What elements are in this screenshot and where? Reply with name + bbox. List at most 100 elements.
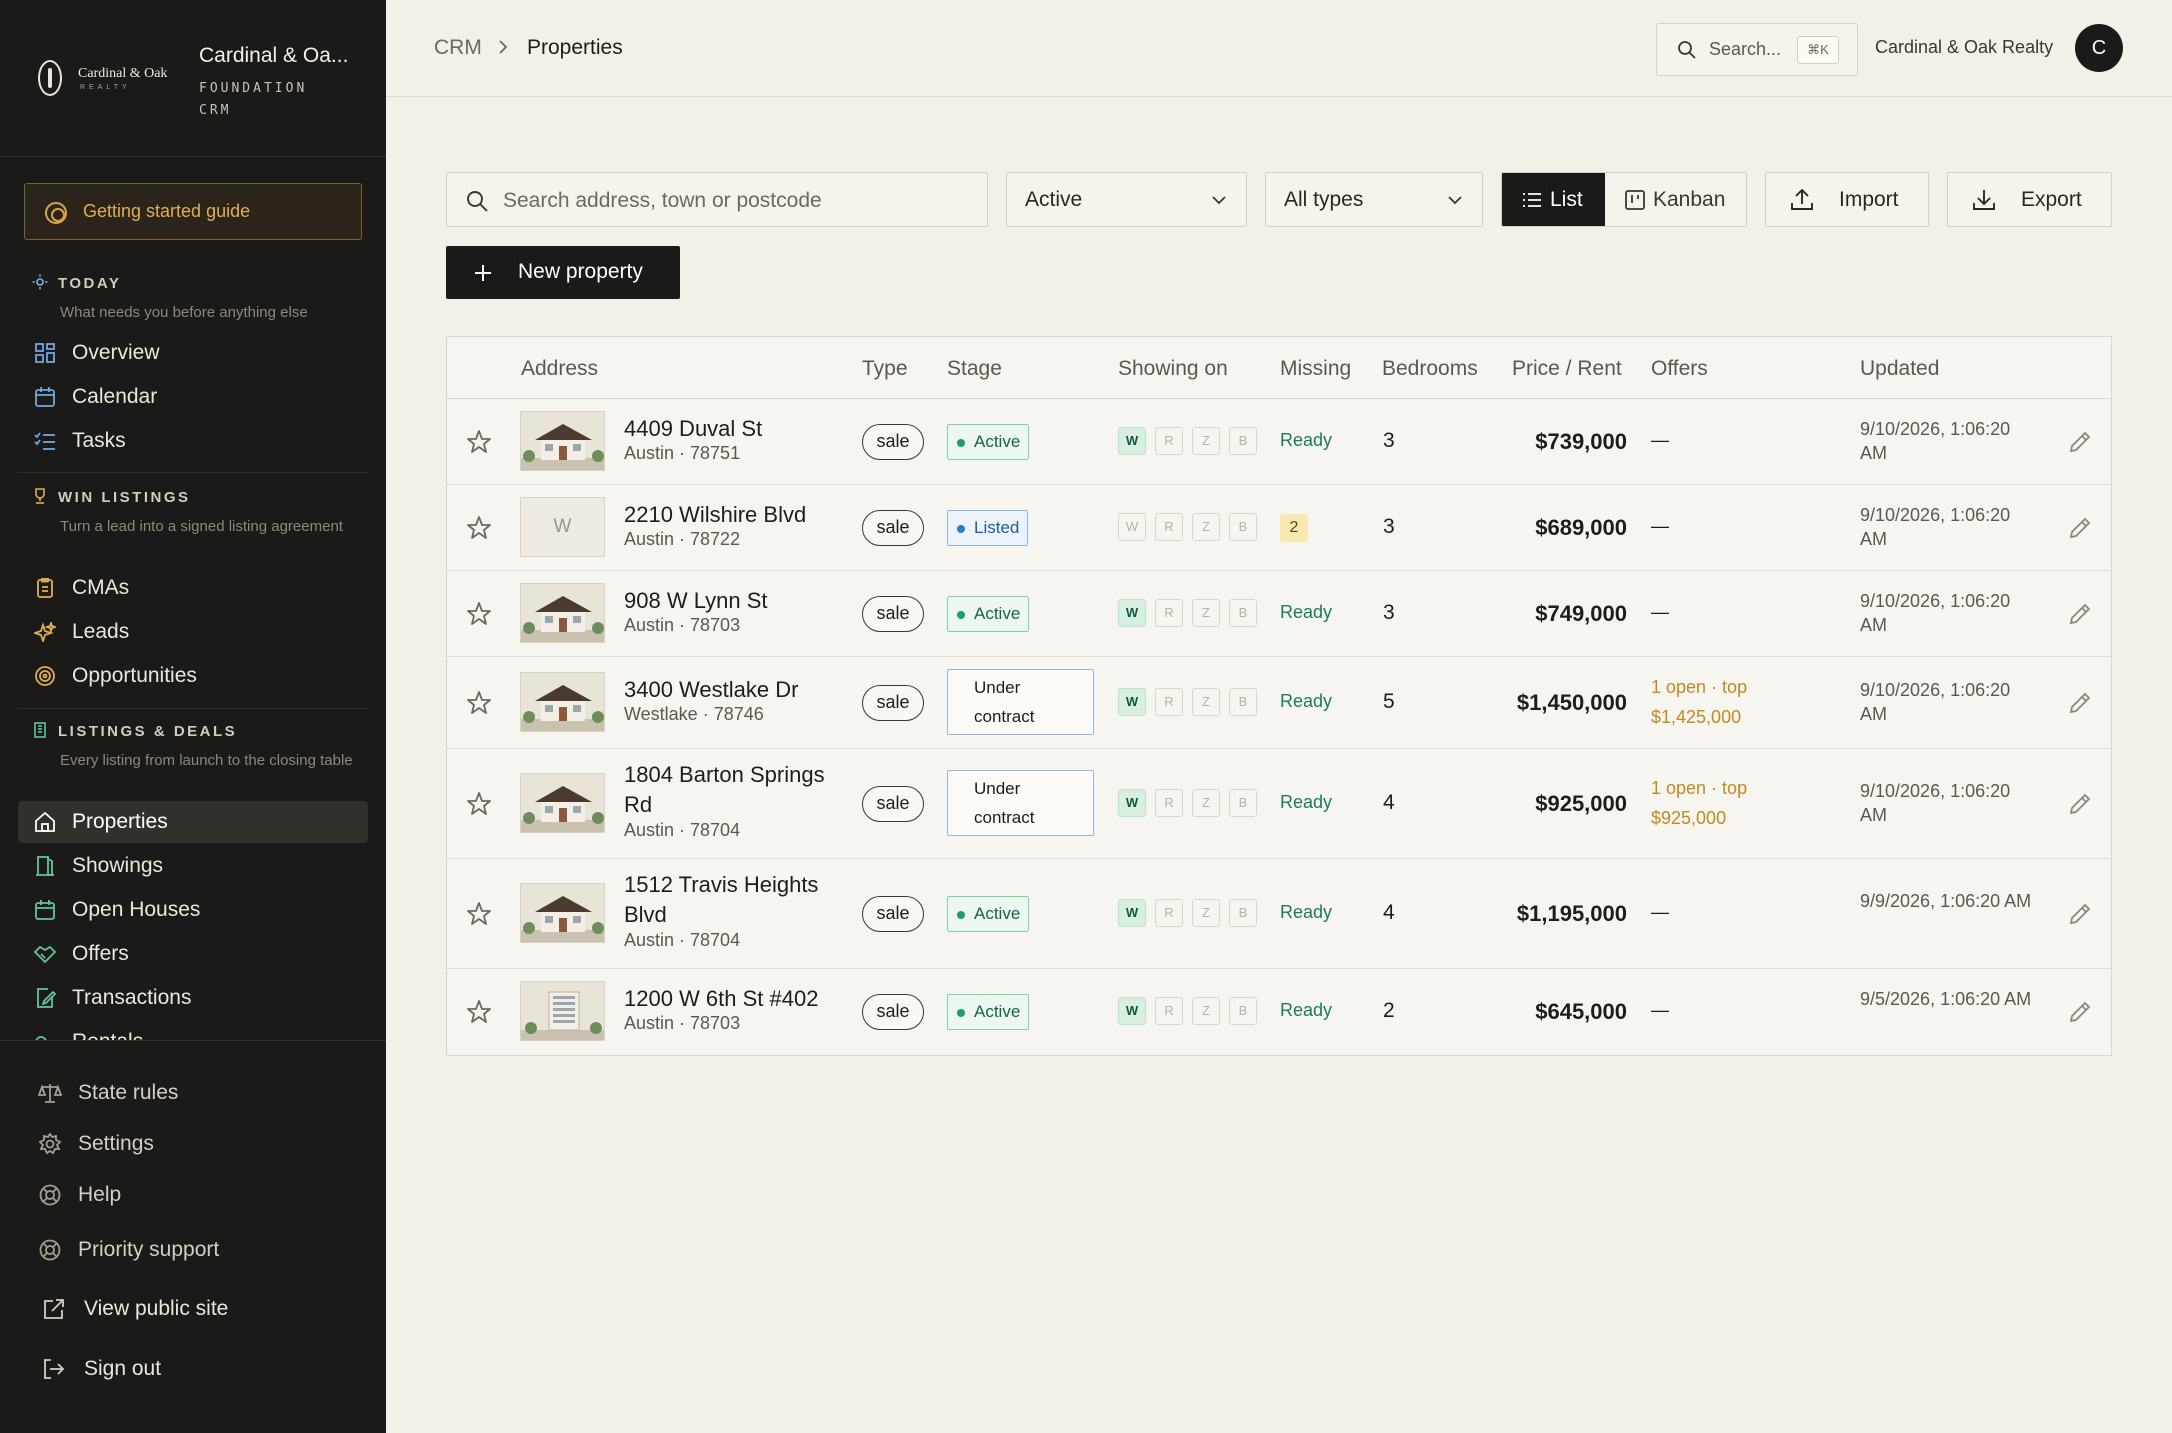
showing-site-badge[interactable]: Z (1192, 688, 1220, 716)
table-row[interactable]: 3400 Westlake Dr Westlake · 78746 sale Unde… (447, 657, 2111, 749)
view-list-button[interactable]: List (1502, 173, 1605, 226)
sidebar-item-offers[interactable]: Offers (18, 933, 368, 975)
showing-site-badge[interactable]: B (1229, 899, 1257, 927)
showing-site-badge[interactable]: W (1118, 599, 1146, 627)
sidebar-item-opportunities[interactable]: Opportunities (18, 655, 368, 697)
brand-name[interactable]: Cardinal & Oa... (199, 44, 348, 68)
view-kanban-button[interactable]: Kanban (1605, 173, 1746, 226)
showing-site-badge[interactable]: W (1118, 688, 1146, 716)
sidebar-item-view-public-site[interactable]: View public site (24, 1286, 364, 1332)
sidebar-nav[interactable]: TODAY What needs you before anything els… (0, 262, 386, 1040)
column-header-offers[interactable]: Offers (1651, 357, 1708, 381)
column-header-address[interactable]: Address (521, 357, 598, 381)
star-icon[interactable] (465, 428, 493, 456)
table-row[interactable]: W 2210 Wilshire Blvd Austin · 78722 sale Lis… (447, 485, 2111, 571)
star-icon[interactable] (465, 998, 493, 1026)
edit-icon[interactable] (2067, 901, 2093, 927)
breadcrumb-crm[interactable]: CRM (434, 36, 482, 60)
property-address[interactable]: 908 W Lynn St (624, 586, 854, 616)
type-filter-select[interactable]: All types (1265, 172, 1483, 227)
edit-icon[interactable] (2067, 429, 2093, 455)
property-address[interactable]: 1512 Travis Heights Blvd (624, 870, 854, 930)
showing-site-badge[interactable]: B (1229, 513, 1257, 541)
showing-site-badge[interactable]: W (1118, 899, 1146, 927)
property-thumbnail[interactable] (520, 981, 605, 1041)
sidebar-item-overview[interactable]: Overview (18, 332, 368, 374)
showing-site-badge[interactable]: B (1229, 789, 1257, 817)
property-address[interactable]: 4409 Duval St (624, 414, 854, 444)
showing-site-badge[interactable]: Z (1192, 513, 1220, 541)
showing-site-badge[interactable]: R (1155, 789, 1183, 817)
property-thumbnail-placeholder[interactable]: W (520, 497, 605, 557)
showing-site-badge[interactable]: W (1118, 997, 1146, 1025)
edit-icon[interactable] (2067, 690, 2093, 716)
property-thumbnail[interactable] (520, 411, 605, 471)
edit-icon[interactable] (2067, 791, 2093, 817)
showing-site-badge[interactable]: R (1155, 899, 1183, 927)
showing-site-badge[interactable]: R (1155, 688, 1183, 716)
property-thumbnail[interactable] (520, 672, 605, 732)
missing-count-badge[interactable]: 2 (1280, 514, 1308, 542)
showing-site-badge[interactable]: Z (1192, 427, 1220, 455)
sidebar-item-open-houses[interactable]: Open Houses (18, 889, 368, 931)
star-icon[interactable] (465, 600, 493, 628)
sidebar-item-settings[interactable]: Settings (24, 1121, 364, 1167)
showing-site-badge[interactable]: W (1118, 789, 1146, 817)
showing-site-badge[interactable]: B (1229, 599, 1257, 627)
showing-site-badge[interactable]: Z (1192, 997, 1220, 1025)
sidebar-item-sign-out[interactable]: Sign out (24, 1346, 364, 1392)
showing-site-badge[interactable]: Z (1192, 899, 1220, 927)
showing-site-badge[interactable]: W (1118, 427, 1146, 455)
sidebar-item-state-rules[interactable]: State rules (24, 1070, 364, 1116)
table-row[interactable]: 1200 W 6th St #402 Austin · 78703 sale Acti… (447, 969, 2111, 1055)
column-header-stage[interactable]: Stage (947, 357, 1002, 381)
property-thumbnail[interactable] (520, 773, 605, 833)
offers-summary[interactable]: 1 open · top $925,000 (1651, 773, 1791, 833)
sidebar-item-cmas[interactable]: CMAs (18, 567, 368, 609)
column-header-bedrooms[interactable]: Bedrooms (1382, 357, 1478, 381)
avatar[interactable]: C (2075, 24, 2123, 72)
sidebar-item-calendar[interactable]: Calendar (18, 376, 368, 418)
sidebar-item-transactions[interactable]: Transactions (18, 977, 368, 1019)
table-row[interactable]: 1804 Barton Springs Rd Austin · 78704 sale… (447, 749, 2111, 859)
star-icon[interactable] (465, 689, 493, 717)
showing-site-badge[interactable]: R (1155, 599, 1183, 627)
showing-site-badge[interactable]: R (1155, 427, 1183, 455)
column-header-showing-on[interactable]: Showing on (1118, 357, 1228, 381)
status-filter-select[interactable]: Active (1006, 172, 1247, 227)
sidebar-item-leads[interactable]: Leads (18, 611, 368, 653)
showing-site-badge[interactable]: R (1155, 513, 1183, 541)
property-address[interactable]: 1804 Barton Springs Rd (624, 760, 854, 820)
export-button[interactable]: Export (1947, 172, 2112, 227)
showing-site-badge[interactable]: R (1155, 997, 1183, 1025)
property-thumbnail[interactable] (520, 583, 605, 643)
new-property-button[interactable]: New property (446, 246, 680, 299)
edit-icon[interactable] (2067, 999, 2093, 1025)
showing-site-badge[interactable]: Z (1192, 599, 1220, 627)
sidebar-item-showings[interactable]: Showings (18, 845, 368, 887)
column-header-updated[interactable]: Updated (1860, 357, 1939, 381)
edit-icon[interactable] (2067, 601, 2093, 627)
table-row[interactable]: 4409 Duval St Austin · 78751 sale Active W R Z… (447, 399, 2111, 485)
sidebar-item-properties[interactable]: Properties (18, 801, 368, 843)
property-search-input[interactable]: Search address, town or postcode (446, 172, 988, 227)
property-address[interactable]: 3400 Westlake Dr (624, 675, 854, 705)
global-search-button[interactable]: Search... ⌘K (1656, 23, 1858, 76)
sidebar-item-rentals[interactable]: Rentals (18, 1021, 368, 1040)
import-button[interactable]: Import (1765, 172, 1929, 227)
star-icon[interactable] (465, 514, 493, 542)
offers-summary[interactable]: 1 open · top $1,425,000 (1651, 672, 1791, 732)
star-icon[interactable] (465, 900, 493, 928)
property-thumbnail[interactable] (520, 883, 605, 943)
sidebar-item-tasks[interactable]: Tasks (18, 420, 368, 462)
column-header-price[interactable]: Price / Rent (1512, 357, 1622, 381)
property-address[interactable]: 1200 W 6th St #402 (624, 984, 854, 1014)
showing-site-badge[interactable]: B (1229, 997, 1257, 1025)
edit-icon[interactable] (2067, 515, 2093, 541)
star-icon[interactable] (465, 790, 493, 818)
sidebar-item-priority-support[interactable]: Priority support (24, 1227, 364, 1273)
property-address[interactable]: 2210 Wilshire Blvd (624, 500, 854, 530)
column-header-missing[interactable]: Missing (1280, 357, 1351, 381)
table-row[interactable]: 908 W Lynn St Austin · 78703 sale Active W R Z… (447, 571, 2111, 657)
showing-site-badge[interactable]: B (1229, 427, 1257, 455)
